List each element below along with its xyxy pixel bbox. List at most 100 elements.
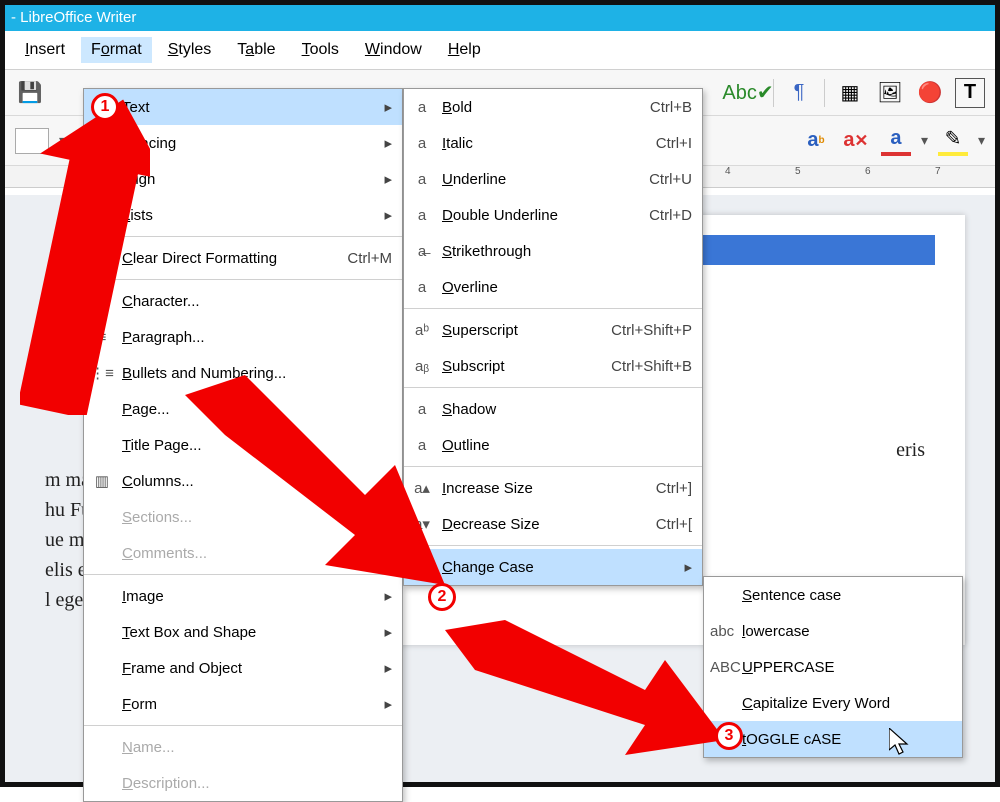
separator (824, 79, 825, 107)
text-menu-item[interactable]: aᵇSuperscriptCtrl+Shift+P (404, 312, 702, 348)
text-menu-item[interactable]: a▾Decrease SizeCtrl+[ (404, 506, 702, 542)
callout-2: 2 (428, 583, 456, 611)
font-color-icon[interactable]: a (881, 126, 911, 156)
menu-bar: Insert Format Styles Table Tools Window … (5, 31, 995, 70)
menu-item-label: Capitalize Every Word (742, 695, 952, 712)
submenu-arrow-icon: ▸ (384, 695, 392, 713)
menu-item-shortcut: Ctrl+U (649, 171, 692, 188)
submenu-arrow-icon: ▸ (384, 659, 392, 677)
menu-separator (84, 725, 402, 726)
menu-item-icon: a (410, 171, 434, 188)
text-menu-item[interactable]: aᵦ Subscript Ctrl+Shift+B (404, 348, 702, 384)
menu-item-label: Align (122, 171, 362, 188)
menu-item-shortcut: Ctrl+B (650, 99, 692, 116)
menu-item-label: Double Underline (442, 207, 621, 224)
text-menu-item[interactable]: aOutline (404, 427, 702, 463)
pilcrow-icon[interactable]: ¶ (784, 78, 814, 108)
app-title: - LibreOffice Writer (11, 9, 136, 26)
menu-item-shortcut: Ctrl+Shift+P (611, 322, 692, 339)
menu-item-icon: a (410, 207, 434, 224)
submenu-arrow-icon: ▸ (684, 558, 692, 576)
menu-table[interactable]: Table (227, 37, 285, 63)
text-menu-item[interactable]: a Underline Ctrl+U (404, 161, 702, 197)
menu-item-label: Underline (442, 171, 621, 188)
text-menu-item[interactable]: a▴Increase SizeCtrl+] (404, 470, 702, 506)
menu-help[interactable]: Help (438, 37, 491, 63)
menu-item-label: Spacing (122, 135, 362, 152)
menu-format[interactable]: Format (81, 37, 152, 63)
menu-item-label: Outline (442, 437, 692, 454)
menu-item-shortcut: Ctrl+Shift+B (611, 358, 692, 375)
menu-styles[interactable]: Styles (158, 37, 222, 63)
menu-item-label: Text (122, 99, 362, 116)
image-icon[interactable]: 🖼 (875, 78, 905, 108)
font-color-red-icon[interactable]: a✕ (841, 126, 871, 156)
format-menu-item[interactable]: Text Box and Shape ▸ (84, 614, 402, 650)
menu-item-label: Italic (442, 135, 628, 152)
menu-window[interactable]: Window (355, 37, 432, 63)
text-menu-item[interactable]: aShadow (404, 391, 702, 427)
menu-item-icon: a (410, 135, 434, 152)
menu-item-icon: aᵦ (410, 358, 434, 375)
callout-1: 1 (91, 93, 119, 121)
menu-insert[interactable]: Insert (15, 37, 75, 63)
menu-separator (404, 545, 702, 546)
case-menu-item[interactable]: ABCUPPERCASE (704, 649, 962, 685)
menu-item-label: Decrease Size (442, 516, 628, 533)
chart-pie-icon[interactable]: 🔴 (915, 78, 945, 108)
annotation-arrow-1 (20, 95, 150, 415)
menu-item-icon: a (410, 99, 434, 116)
case-menu-item[interactable]: abclowercase (704, 613, 962, 649)
case-menu-item[interactable]: tOGGLE cASE (704, 721, 962, 757)
menu-item-icon: a̶ (410, 243, 434, 260)
menu-item-label: Shadow (442, 401, 692, 418)
superscript-btn[interactable]: ab (801, 126, 831, 156)
menu-item-label: UPPERCASE (742, 659, 952, 676)
text-menu-item[interactable]: a Double Underline Ctrl+D (404, 197, 702, 233)
menu-item-shortcut: Ctrl+D (649, 207, 692, 224)
title-bar: - LibreOffice Writer (5, 5, 995, 31)
case-menu-item[interactable]: Sentence case (704, 577, 962, 613)
submenu-arrow-icon: ▸ (384, 134, 392, 152)
text-submenu: a Bold Ctrl+B a Italic Ctrl+I a Underline Ctrl+U… (403, 88, 703, 586)
callout-3: 3 (715, 722, 743, 750)
case-menu-item[interactable]: Capitalize Every Word (704, 685, 962, 721)
text-menu-item[interactable]: a Bold Ctrl+B (404, 89, 702, 125)
menu-item-label: Superscript (442, 322, 583, 339)
menu-tools[interactable]: Tools (292, 37, 349, 63)
menu-item-label: Subscript (442, 358, 583, 375)
highlight-icon[interactable]: ✎ (938, 126, 968, 156)
text-frame-icon[interactable]: T (955, 78, 985, 108)
menu-item-label: Strikethrough (442, 243, 692, 260)
menu-item-label: Overline (442, 279, 692, 296)
text-menu-item[interactable]: Change Case ▸ (404, 549, 702, 585)
submenu-arrow-icon: ▸ (384, 170, 392, 188)
spellcheck-icon[interactable]: Abc✔ (733, 78, 763, 108)
text-menu-item[interactable]: aOverline (404, 269, 702, 305)
dropdown-chevron-icon[interactable]: ▾ (978, 132, 985, 149)
submenu-arrow-icon: ▸ (384, 623, 392, 641)
menu-item-label: Paragraph... (122, 329, 392, 346)
menu-item-label: Change Case (442, 559, 662, 576)
menu-item-label: Sentence case (742, 587, 952, 604)
menu-item-shortcut: Ctrl+M (347, 250, 392, 267)
menu-item-label: Bold (442, 99, 622, 116)
menu-item-label: Text Box and Shape (122, 624, 362, 641)
format-menu-item: Name... (84, 729, 402, 765)
menu-item-shortcut: Ctrl+] (656, 480, 692, 497)
menu-item-shortcut: Ctrl+I (656, 135, 692, 152)
cursor-icon (889, 728, 911, 756)
format-menu-item[interactable]: Frame and Object▸ (84, 650, 402, 686)
table-icon[interactable]: ▦ (835, 78, 865, 108)
text-menu-item[interactable]: a Italic Ctrl+I (404, 125, 702, 161)
text-menu-item[interactable]: a̶ Strikethrough (404, 233, 702, 269)
format-menu-item: Description... (84, 765, 402, 801)
format-menu-item[interactable]: Form ▸ (84, 686, 402, 722)
menu-item-label: Description... (122, 775, 392, 792)
menu-item-icon: ▥ (90, 472, 114, 490)
menu-item-label: Lists (122, 207, 362, 224)
dropdown-chevron-icon[interactable]: ▾ (921, 132, 928, 149)
menu-item-label: Form (122, 696, 362, 713)
annotation-arrow-2 (185, 375, 445, 605)
submenu-arrow-icon: ▸ (384, 206, 392, 224)
